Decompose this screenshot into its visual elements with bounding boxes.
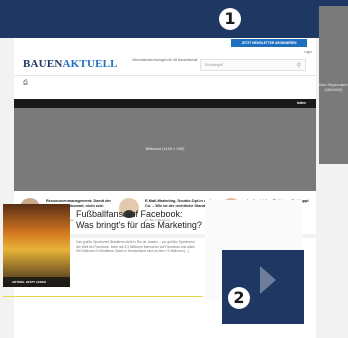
article-underline — [3, 296, 203, 297]
logo-part-bauen: BAUEN — [23, 58, 63, 70]
marker-badge-2: 2 — [228, 287, 250, 309]
newsletter-subscribe-button[interactable]: JETZT NEWSLETTER ABONNIEREN — [231, 39, 307, 47]
navigation-bar: Index — [14, 99, 316, 108]
top-color-band — [0, 0, 348, 38]
teaser-title[interactable]: E-Mail-Marketing, Double-Opt-in und Co. … — [145, 199, 211, 208]
search-icon[interactable]: ⚲ — [297, 62, 301, 69]
search-placeholder: Suchbegriff — [205, 63, 223, 67]
skyscraper-ad-label: Non-Skyscraper (160x600) — [319, 82, 348, 92]
login-link[interactable]: Login — [304, 50, 312, 54]
article-headline[interactable]: Fußballfans auf Facebook: Was bringt's f… — [76, 209, 202, 231]
read-article-link[interactable]: ARTIKEL JETZT LESEN — [12, 280, 46, 284]
article-excerpt: Das größte Sportevent Brasiliens steht i… — [76, 240, 195, 253]
article-image-overlay: ARTIKEL JETZT LESEN — [3, 277, 70, 287]
nav-bar-index-link[interactable]: Index — [297, 101, 306, 105]
billboard-ad[interactable]: Billboard (1100 x 280) — [14, 108, 316, 191]
print-icon[interactable]: ⎙ — [23, 80, 28, 87]
site-tagline: Informationstechnologien für die Bauwirt… — [132, 58, 198, 62]
search-input[interactable]: Suchbegriff ⚲ — [200, 59, 306, 71]
article-image[interactable]: ARTIKEL JETZT LESEN — [3, 204, 70, 287]
header-divider — [14, 75, 316, 76]
play-arrow-icon — [260, 266, 276, 294]
site-logo[interactable]: BAUENAKTUELL — [23, 58, 118, 70]
billboard-ad-label: Billboard (1100 x 280) — [145, 146, 185, 151]
marker-badge-1: 1 — [219, 8, 241, 30]
logo-part-aktuell: AKTUELL — [62, 58, 118, 70]
